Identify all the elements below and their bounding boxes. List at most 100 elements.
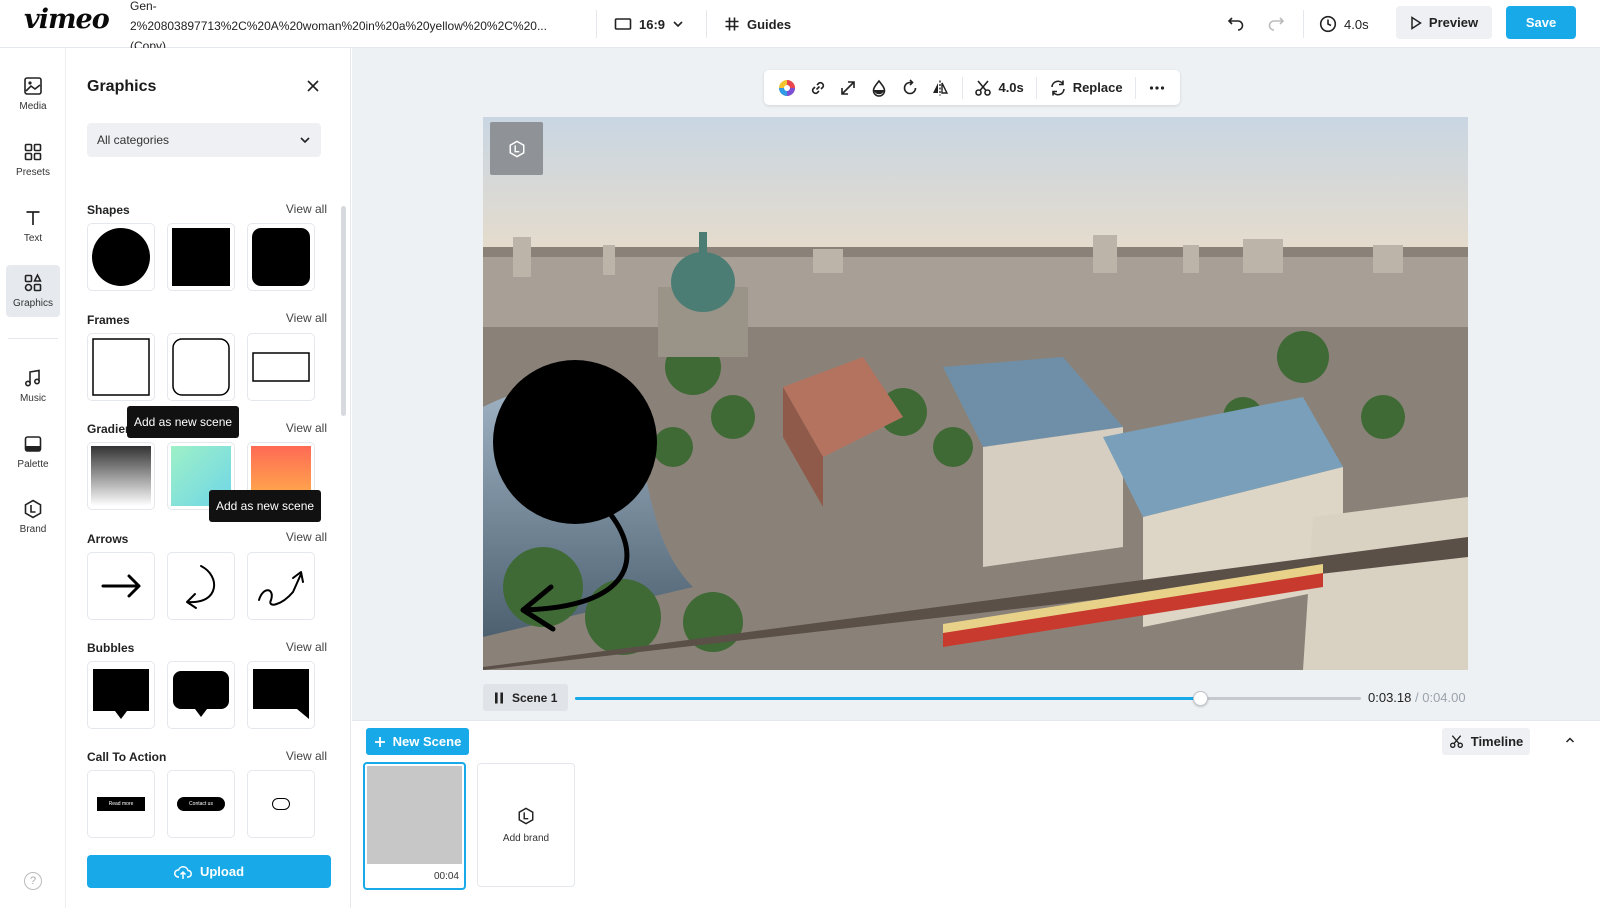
arrow-curved-tile[interactable] xyxy=(167,552,235,620)
grid-icon xyxy=(23,142,43,162)
link-button[interactable] xyxy=(803,70,834,105)
frame-rounded-tile[interactable] xyxy=(167,333,235,401)
add-brand-label: Add brand xyxy=(502,832,550,844)
scene-play-pause-button[interactable]: Scene 1 xyxy=(483,684,568,711)
text-icon xyxy=(23,208,43,228)
brand-placeholder[interactable] xyxy=(490,122,543,175)
panel-scrollbar[interactable] xyxy=(341,206,346,416)
chevron-up-icon xyxy=(1564,734,1576,746)
bubble-rounded-tile[interactable] xyxy=(167,661,235,729)
view-all-cta-link[interactable]: View all xyxy=(277,749,327,763)
bubble-corner-tile[interactable] xyxy=(247,661,315,729)
close-panel-button[interactable] xyxy=(305,78,321,94)
total-time: / 0:04.00 xyxy=(1415,690,1466,705)
rail-item-music[interactable]: Music xyxy=(6,360,60,412)
scrubber-handle[interactable] xyxy=(1192,691,1208,706)
redo-button[interactable] xyxy=(1267,12,1285,36)
scissors-icon xyxy=(974,79,992,97)
rotate-icon xyxy=(901,78,919,97)
arrow-straight-tile[interactable] xyxy=(87,552,155,620)
rail-item-text[interactable]: Text xyxy=(6,200,60,252)
help-icon[interactable]: ? xyxy=(24,872,42,890)
more-options-button[interactable] xyxy=(1141,70,1172,105)
cta-read-more-preview: Read more xyxy=(97,797,145,811)
trim-button[interactable]: 4.0s xyxy=(968,79,1029,97)
vimeo-logo[interactable]: vimeo xyxy=(24,4,110,35)
view-all-bubbles-link[interactable]: View all xyxy=(277,640,327,654)
timeline-button[interactable]: Timeline xyxy=(1442,728,1530,755)
opacity-button[interactable] xyxy=(864,70,895,105)
filename-line: 2%20803897713%2C%20A%20woman%20in%20a%20… xyxy=(130,19,547,33)
rail-item-presets[interactable]: Presets xyxy=(6,134,60,186)
new-scene-label: New Scene xyxy=(392,734,462,749)
brand-icon xyxy=(23,499,43,519)
frame-wide-tile[interactable] xyxy=(247,333,315,401)
cta-pill-preview xyxy=(272,798,290,810)
category-select[interactable]: All categories xyxy=(87,123,321,157)
cta-contact-us-tile[interactable]: Contact us xyxy=(167,770,235,838)
guides-label: Guides xyxy=(747,16,792,32)
rail-item-brand[interactable]: Brand xyxy=(6,491,60,543)
new-scene-button[interactable]: New Scene xyxy=(366,728,469,755)
shape-circle-tile[interactable] xyxy=(87,223,155,291)
expand-icon xyxy=(839,79,857,97)
replace-button[interactable]: Replace xyxy=(1043,79,1129,97)
arrow-loop-icon xyxy=(258,571,304,606)
view-all-arrows-link[interactable]: View all xyxy=(277,530,327,544)
gradient-dark-tile[interactable] xyxy=(87,442,155,510)
plus-icon xyxy=(374,736,386,748)
replace-icon xyxy=(1049,79,1067,97)
hash-icon xyxy=(724,16,740,32)
duration-display[interactable]: 4.0s xyxy=(1319,12,1369,36)
scene-thumbnail[interactable]: 00:04 xyxy=(363,762,466,890)
rail-item-media[interactable]: Media xyxy=(6,68,60,120)
divider xyxy=(706,10,707,38)
cta-pill-outline-tile[interactable] xyxy=(247,770,315,838)
frame-square-tile[interactable] xyxy=(87,333,155,401)
undo-button[interactable] xyxy=(1227,12,1245,36)
rail-item-graphics[interactable]: Graphics xyxy=(6,265,60,317)
upload-button[interactable]: Upload xyxy=(87,855,331,888)
guides-button[interactable]: Guides xyxy=(724,12,791,36)
divider xyxy=(1303,10,1304,38)
resize-button[interactable] xyxy=(833,70,864,105)
shape-square-tile[interactable] xyxy=(167,223,235,291)
flip-button[interactable] xyxy=(925,70,956,105)
undo-icon xyxy=(1227,16,1245,32)
section-title-arrows: Arrows xyxy=(87,532,129,546)
shapes-icon xyxy=(23,273,43,293)
bubble-square-tile[interactable] xyxy=(87,661,155,729)
preview-button[interactable]: Preview xyxy=(1396,6,1492,39)
canvas-graphics-overlay[interactable] xyxy=(483,117,1468,670)
cta-read-more-tile[interactable]: Read more xyxy=(87,770,155,838)
collapse-strip-button[interactable] xyxy=(1564,733,1578,747)
rail-label: Palette xyxy=(17,459,49,470)
video-preview[interactable] xyxy=(483,117,1468,670)
view-all-shapes-link[interactable]: View all xyxy=(277,202,327,216)
rotate-button[interactable] xyxy=(894,70,925,105)
color-wheel-icon xyxy=(778,79,796,97)
rail-label: Graphics xyxy=(12,298,53,309)
view-all-gradients-link[interactable]: View all xyxy=(277,421,327,435)
close-icon xyxy=(305,78,321,94)
rail-label: Media xyxy=(19,101,47,112)
chevron-down-icon xyxy=(672,18,684,30)
color-button[interactable] xyxy=(772,70,803,105)
redo-icon xyxy=(1267,16,1285,32)
pause-icon xyxy=(494,692,504,704)
cta-contact-us-preview: Contact us xyxy=(177,797,225,811)
aspect-ratio-dropdown[interactable]: 16:9 xyxy=(614,12,684,36)
play-icon xyxy=(1410,15,1422,30)
toolbar-divider xyxy=(1035,76,1037,99)
shape-rounded-square-tile[interactable] xyxy=(247,223,315,291)
playback-scrubber[interactable] xyxy=(575,691,1361,706)
brand-icon xyxy=(517,807,535,825)
scenes-strip: New Scene Timeline 00:04 Add brand xyxy=(352,720,1600,908)
add-brand-card[interactable]: Add brand xyxy=(477,763,575,887)
arrow-loop-tile[interactable] xyxy=(247,552,315,620)
rail-item-palette[interactable]: Palette xyxy=(6,426,60,478)
save-button[interactable]: Save xyxy=(1506,6,1576,39)
rail-label: Text xyxy=(23,233,43,244)
gradient-swatch xyxy=(91,446,151,506)
view-all-frames-link[interactable]: View all xyxy=(277,311,327,325)
